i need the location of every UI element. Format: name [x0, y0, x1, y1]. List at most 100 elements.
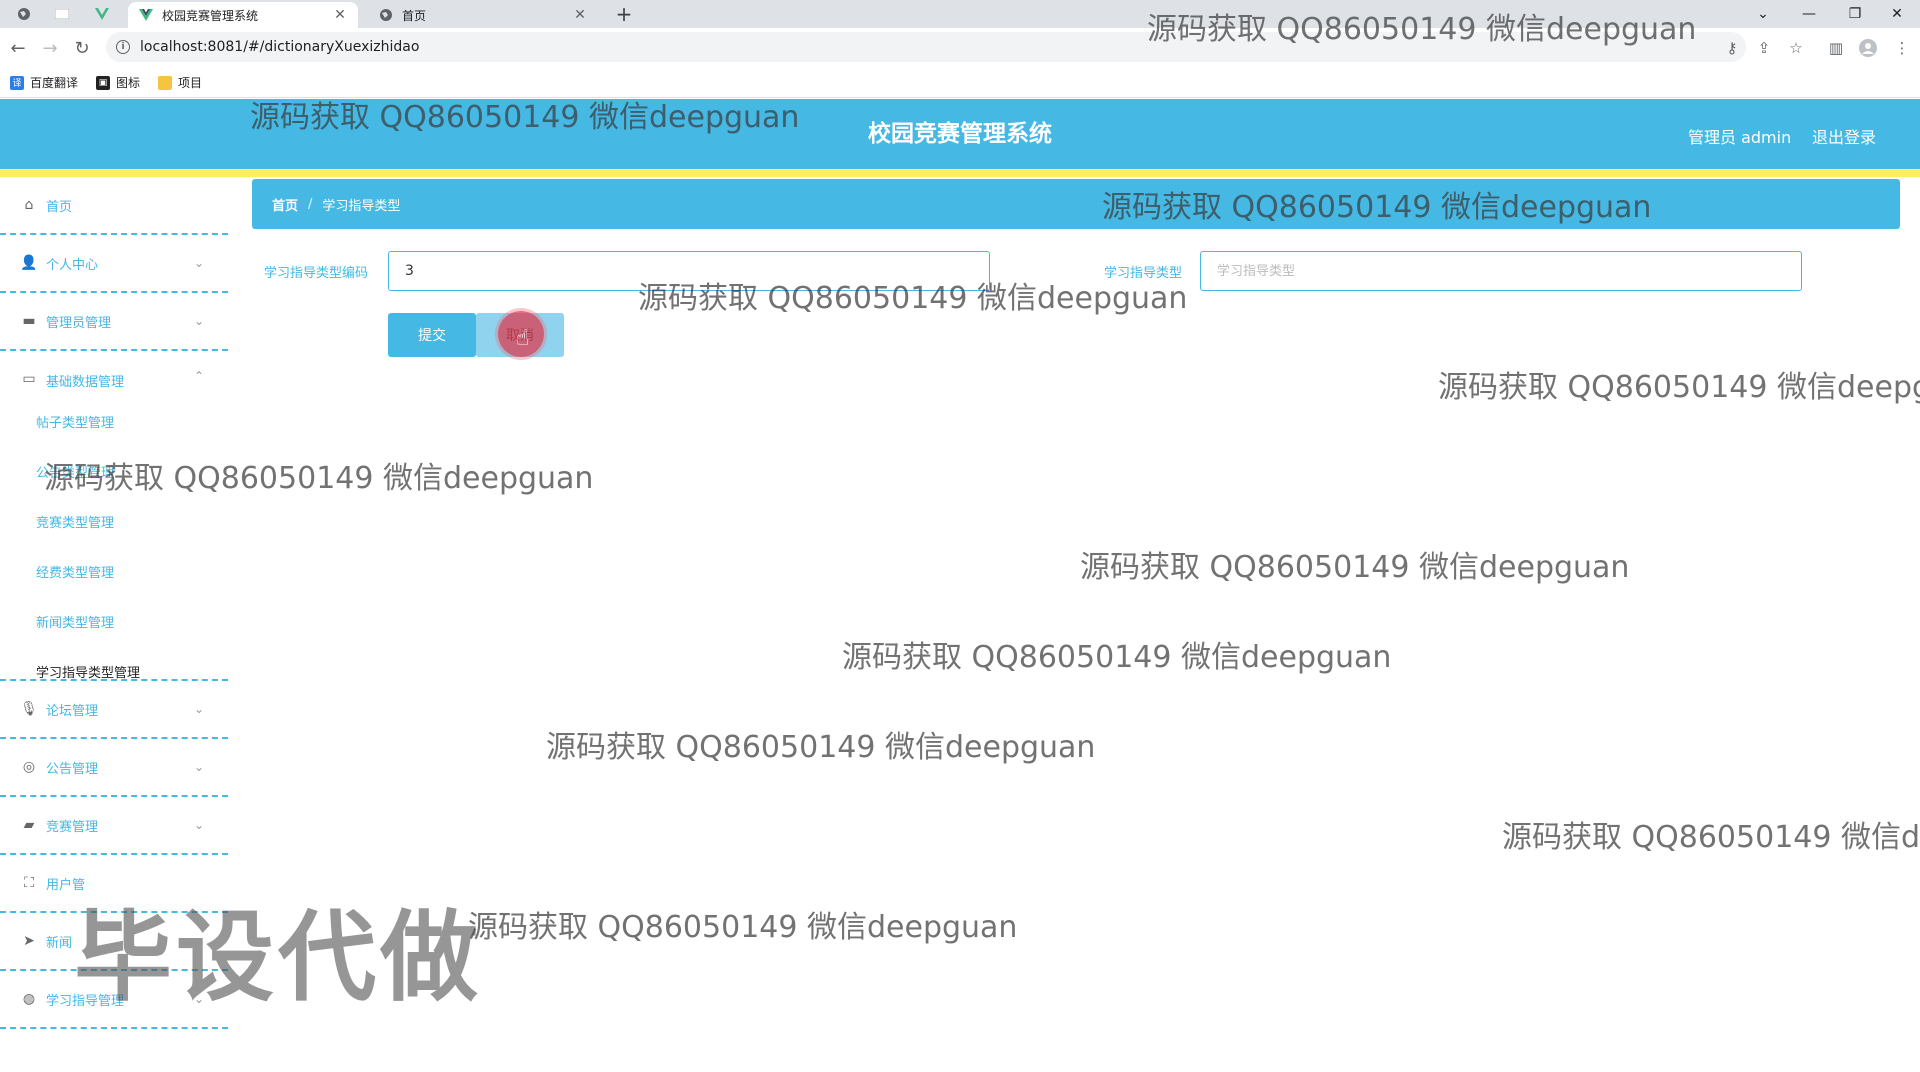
- back-icon[interactable]: ←: [4, 34, 32, 62]
- type-input[interactable]: [1200, 251, 1802, 291]
- sidebar-item-label: 首页: [46, 199, 73, 215]
- reload-icon[interactable]: ↻: [68, 34, 96, 62]
- cancel-button[interactable]: 取消: [476, 313, 564, 357]
- compass-icon: ◎: [22, 759, 36, 775]
- fullscreen-icon: ⛶: [24, 875, 34, 891]
- sidebar: ⌂ 首页 👤 个人中心 ⌄ ▬ 管理员管理 ⌄ ▭ 基础数据管理 ⌃ 帖子类型管…: [0, 177, 228, 1072]
- user-icon: 👤: [20, 255, 38, 271]
- card-icon: ▭: [22, 371, 36, 387]
- chevron-down-icon: ⌄: [193, 256, 204, 270]
- info-icon[interactable]: i: [116, 40, 130, 54]
- sidebar-item-label: 个人中心: [46, 257, 99, 273]
- bookmark-icons[interactable]: ▣ 图标: [96, 74, 140, 91]
- sidebar-item-label: 公告管理: [46, 761, 99, 777]
- close-icon[interactable]: ✕: [572, 7, 588, 23]
- watermark-text: 源码获取 QQ86050149 微信deepguan: [842, 640, 1392, 675]
- home-icon: ⌂: [24, 197, 34, 213]
- breadcrumb: 首页 / 学习指导类型: [252, 179, 1900, 229]
- browser-tabstrip: 校园竞赛管理系统 ✕ 首页 ✕ + ⌄ — ❐ ✕: [0, 0, 1920, 28]
- bookmark-label: 项目: [178, 76, 203, 90]
- watermark-text: 源码获取 QQ86050149 微信deepguan: [1502, 820, 1920, 855]
- breadcrumb-separator: /: [308, 196, 313, 212]
- bookmark-project[interactable]: 项目: [158, 74, 202, 91]
- close-window-icon[interactable]: ✕: [1874, 0, 1920, 28]
- star-icon[interactable]: ☆: [1784, 36, 1808, 60]
- share-icon[interactable]: ⇪: [1752, 36, 1776, 60]
- chevron-down-icon: ⌄: [193, 314, 204, 328]
- sidebar-item-label: 管理员管理: [46, 315, 112, 331]
- sidebar-item-label: 用户管: [46, 877, 86, 893]
- logout-link[interactable]: 退出登录: [1812, 124, 1876, 148]
- admin-icon: ▬: [22, 313, 36, 329]
- forward-icon[interactable]: →: [36, 34, 64, 62]
- sidebar-subitem-post-type[interactable]: 帖子类型管理: [36, 412, 114, 431]
- tab-search-icon[interactable]: ⌄: [1740, 0, 1786, 28]
- profile-icon[interactable]: [1856, 36, 1880, 60]
- sidebar-item-label: 论坛管理: [46, 703, 99, 719]
- sidebar-item-partial[interactable]: [0, 1029, 228, 1072]
- chevron-down-icon: ⌄: [193, 760, 204, 774]
- code-input[interactable]: [388, 251, 990, 291]
- new-tab-button[interactable]: +: [612, 2, 636, 26]
- app-title: 校园竞赛管理系统: [868, 121, 1052, 147]
- tab-campus-competition[interactable]: 校园竞赛管理系统 ✕: [128, 2, 358, 28]
- briefcase-icon: ▰: [23, 817, 35, 833]
- close-icon[interactable]: ✕: [332, 7, 348, 23]
- minimize-icon[interactable]: —: [1786, 0, 1832, 28]
- chevron-down-icon: ⌄: [193, 702, 204, 716]
- sidepanel-icon[interactable]: ▥: [1824, 36, 1848, 60]
- app-header: 校园竞赛管理系统 管理员 admin 退出登录: [0, 99, 1920, 177]
- sidebar-item-label: 学习指导管理: [46, 993, 125, 1009]
- type-label: 学习指导类型: [1104, 266, 1183, 281]
- sidebar-item-forum[interactable]: 🎙 论坛管理 ⌄: [0, 681, 228, 739]
- breadcrumb-home[interactable]: 首页: [272, 195, 298, 214]
- sidebar-item-competition[interactable]: ▰ 竞赛管理 ⌄: [0, 797, 228, 855]
- watermark-text: 源码获取 QQ86050149 微信deepguan: [468, 910, 1018, 945]
- sidebar-subitem-funding-type[interactable]: 经费类型管理: [36, 562, 114, 581]
- sidebar-subitem-study-guide-type[interactable]: 学习指导类型管理: [36, 662, 140, 681]
- sidebar-item-news[interactable]: ➤ 新闻: [0, 913, 228, 971]
- key-icon[interactable]: ⚷: [1720, 36, 1744, 60]
- sidebar-item-profile[interactable]: 👤 个人中心 ⌄: [0, 235, 228, 293]
- sidebar-subitem-notice-type[interactable]: 公告类型管理: [36, 462, 114, 481]
- globe-icon[interactable]: [12, 3, 36, 25]
- browser-toolbar: ← → ↻ i localhost:8081/#/dictionaryXuexi…: [0, 28, 1920, 68]
- breadcrumb-current: 学习指导类型: [322, 198, 401, 214]
- sidebar-item-label: 竞赛管理: [46, 819, 99, 835]
- address-bar[interactable]: i localhost:8081/#/dictionaryXuexizhidao: [106, 32, 1746, 62]
- send-icon: ➤: [23, 933, 35, 949]
- bookmark-label: 百度翻译: [30, 76, 79, 90]
- blank-tab-icon[interactable]: [50, 3, 74, 25]
- menu-dots-icon[interactable]: ⋮: [1890, 36, 1914, 60]
- code-label: 学习指导类型编码: [264, 266, 369, 281]
- tab-title: 首页: [402, 8, 427, 23]
- restore-icon[interactable]: ❐: [1832, 0, 1878, 28]
- watermark-text: 源码获取 QQ86050149 微信deepguan: [1438, 370, 1920, 405]
- sidebar-item-user[interactable]: ⛶ 用户管: [0, 855, 228, 913]
- url-text: localhost:8081/#/dictionaryXuexizhidao: [140, 39, 420, 55]
- bookmark-baidu-translate[interactable]: 译 百度翻译: [10, 74, 78, 91]
- chevron-up-icon: ⌃: [193, 369, 204, 383]
- sidebar-item-admin[interactable]: ▬ 管理员管理 ⌄: [0, 293, 228, 351]
- bookmark-label: 图标: [116, 76, 141, 90]
- image-icon: ▣: [96, 75, 111, 90]
- sidebar-subitem-news-type[interactable]: 新闻类型管理: [36, 612, 114, 631]
- sidebar-item-label: 新闻: [46, 935, 73, 951]
- mic-icon: 🎙: [20, 701, 38, 717]
- translate-icon: 译: [10, 75, 24, 90]
- sidebar-item-study-guide[interactable]: ◍ 学习指导管理 ⌄: [0, 971, 228, 1029]
- globe-icon: ◍: [22, 991, 36, 1007]
- vue-icon: [138, 7, 154, 23]
- header-accent-bar: [0, 169, 1920, 177]
- submit-button[interactable]: 提交: [388, 313, 476, 357]
- vue-icon[interactable]: [90, 3, 114, 25]
- sidebar-item-label: 基础数据管理: [46, 375, 125, 390]
- sidebar-item-notice[interactable]: ◎ 公告管理 ⌄: [0, 739, 228, 797]
- sidebar-item-home[interactable]: ⌂ 首页: [0, 177, 228, 235]
- globe-icon: [378, 7, 394, 23]
- watermark-text: 源码获取 QQ86050149 微信deepguan: [546, 730, 1096, 765]
- current-user: 管理员 admin: [1688, 128, 1792, 147]
- sidebar-subitem-competition-type[interactable]: 竞赛类型管理: [36, 512, 114, 531]
- watermark-text: 源码获取 QQ86050149 微信deepguan: [1080, 550, 1630, 585]
- tab-home[interactable]: 首页 ✕: [368, 2, 598, 28]
